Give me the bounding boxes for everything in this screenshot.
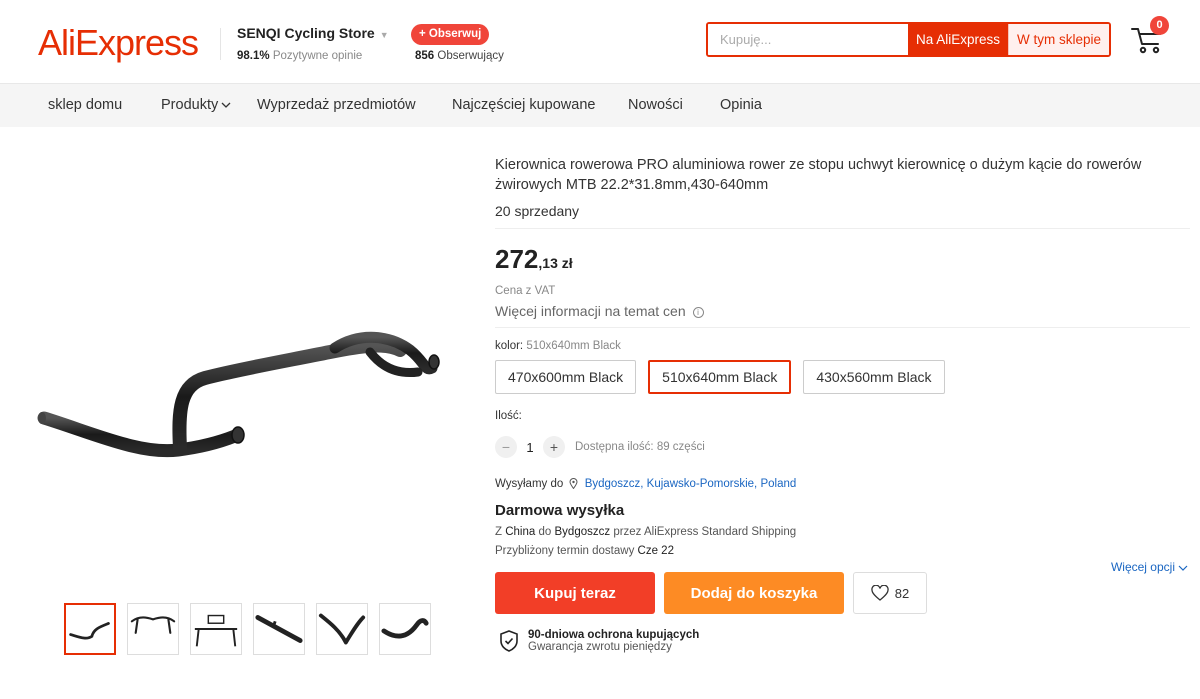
cart-count-badge: 0 [1150,16,1169,35]
quantity-value[interactable]: 1 [517,440,543,455]
chevron-down-icon [221,102,231,109]
info-icon[interactable]: i [692,306,704,318]
search-store-button[interactable]: W tym sklepie [1008,24,1109,55]
followers-count: 856 [415,50,435,62]
product-info: Kierownica rowerowa PRO aluminiowa rower… [495,155,1190,653]
followers-info: 856 Obserwujący [415,50,504,62]
eta-date: Cze 22 [637,545,674,557]
store-rating: 98.1% Pozytywne opinie [237,50,389,62]
price-integer: 272 [495,244,539,274]
thumbnail-2[interactable] [127,603,179,655]
ship-from: China [505,526,536,538]
thumbnail-6[interactable] [379,603,431,655]
color-label: kolor: 510x640mm Black [495,340,1190,352]
thumbnail-1[interactable] [64,603,116,655]
nav-item-new[interactable]: Nowości [628,97,683,113]
wishlist-count: 82 [894,585,910,601]
eta-label: Przybliżony termin dostawy [495,545,635,557]
followers-label: Obserwujący [437,50,504,62]
more-shipping-options[interactable]: Więcej opcji [1111,560,1188,574]
ship-via: przez AliExpress Standard Shipping [613,526,797,538]
price: 272,13 zł [495,244,1190,275]
more-options-label: Więcej opcji [1110,560,1175,574]
delivery-eta: Przybliżony termin dostawy Cze 22 [495,545,1190,557]
variant-option-selected[interactable]: 510x640mm Black [648,360,792,394]
ship-to: Wysyłamy do Bydgoszcz, Kujawsko-Pomorski… [495,478,1190,490]
buyer-protection[interactable]: 90-dniowa ochrona kupujących Gwarancja z… [499,629,1190,653]
shield-check-icon [500,630,518,652]
color-label-text: kolor: [495,340,524,352]
ship-to-city: Bydgoszcz [554,526,611,538]
search-input[interactable] [708,24,908,55]
store-nav: sklep domu Produkty Wyprzedaż przedmiotó… [0,84,1200,127]
thumbnail-5[interactable] [316,603,368,655]
product-main-image[interactable] [30,290,450,505]
thumbnail-3[interactable] [190,603,242,655]
shipping-route: Z China do Bydgoszcz przez AliExpress St… [495,526,1190,538]
search-aliexpress-button[interactable]: Na AliExpress [908,24,1008,55]
free-shipping: Darmowa wysyłka [495,502,625,519]
nav-item-bestsellers[interactable]: Najczęściej kupowane [452,97,595,113]
more-price-info[interactable]: Więcej informacji na temat cen i [495,303,1190,328]
ship-to-location-link[interactable]: Bydgoszcz, Kujawsko-Pomorskie, Poland [585,478,797,490]
variant-option[interactable]: 470x600mm Black [495,360,637,394]
thumbnail-4[interactable] [253,603,305,655]
purchase-actions: Kupuj teraz Dodaj do koszyka 82 [495,572,1190,614]
ship-to-prefix: do [538,526,552,538]
vat-note: Cena z VAT [495,285,556,297]
variant-option[interactable]: 430x560mm Black [803,360,945,394]
ship-to-label: Wysyłamy do [495,478,564,490]
store-info: SENQI Cycling Store ▼ 98.1% Pozytywne opi… [237,25,389,62]
color-selected: 510x640mm Black [526,340,621,352]
product-title: Kierownica rowerowa PRO aluminiowa rower… [495,157,1142,193]
ship-from-prefix: Z [495,526,503,538]
heart-icon [871,585,889,601]
header: AliExpress SENQI Cycling Store ▼ 98.1% Po… [0,0,1200,84]
price-fraction: ,13 zł [538,255,573,271]
quantity-minus-button[interactable]: − [495,436,517,458]
protection-title: 90-dniowa ochrona kupujących [528,629,700,641]
rating-label: Pozytywne opinie [272,50,363,62]
quantity-plus-button[interactable]: + [543,436,565,458]
nav-item-products[interactable]: Produkty [161,97,232,113]
nav-item-home[interactable]: sklep domu [48,97,122,113]
chevron-down-icon [1178,565,1188,571]
search-bar: Na AliExpress W tym sklepie [706,22,1111,57]
buy-now-button[interactable]: Kupuj teraz [495,572,655,614]
more-price-info-label: Więcej informacji na temat cen [495,303,686,319]
wishlist-button[interactable]: 82 [853,572,927,614]
quantity-stepper: − 1 + Dostępna ilość: 89 części [495,436,1190,458]
add-to-cart-button[interactable]: Dodaj do koszyka [664,572,844,614]
available-quantity: Dostępna ilość: 89 części [575,441,705,453]
aliexpress-logo[interactable]: AliExpress [38,22,199,64]
sold-count: 20 sprzedany [495,203,1190,229]
store-caret-icon[interactable]: ▼ [380,30,389,40]
pin-icon [569,478,578,490]
store-name[interactable]: SENQI Cycling Store [237,25,375,41]
quantity-label: Ilość: [495,410,522,422]
protection-subtitle: Gwarancja zwrotu pieniędzy [528,641,672,653]
follow-button[interactable]: + Obserwuj [411,24,490,45]
nav-item-products-label: Produkty [161,97,219,113]
rating-value: 98.1% [237,50,270,62]
thumbnail-strip [64,603,431,655]
nav-item-sale[interactable]: Wyprzedaż przedmiotów [257,97,416,113]
header-divider [220,28,221,60]
nav-item-feedback[interactable]: Opinia [720,97,762,113]
variant-options: 470x600mm Black 510x640mm Black 430x560m… [495,360,1190,394]
